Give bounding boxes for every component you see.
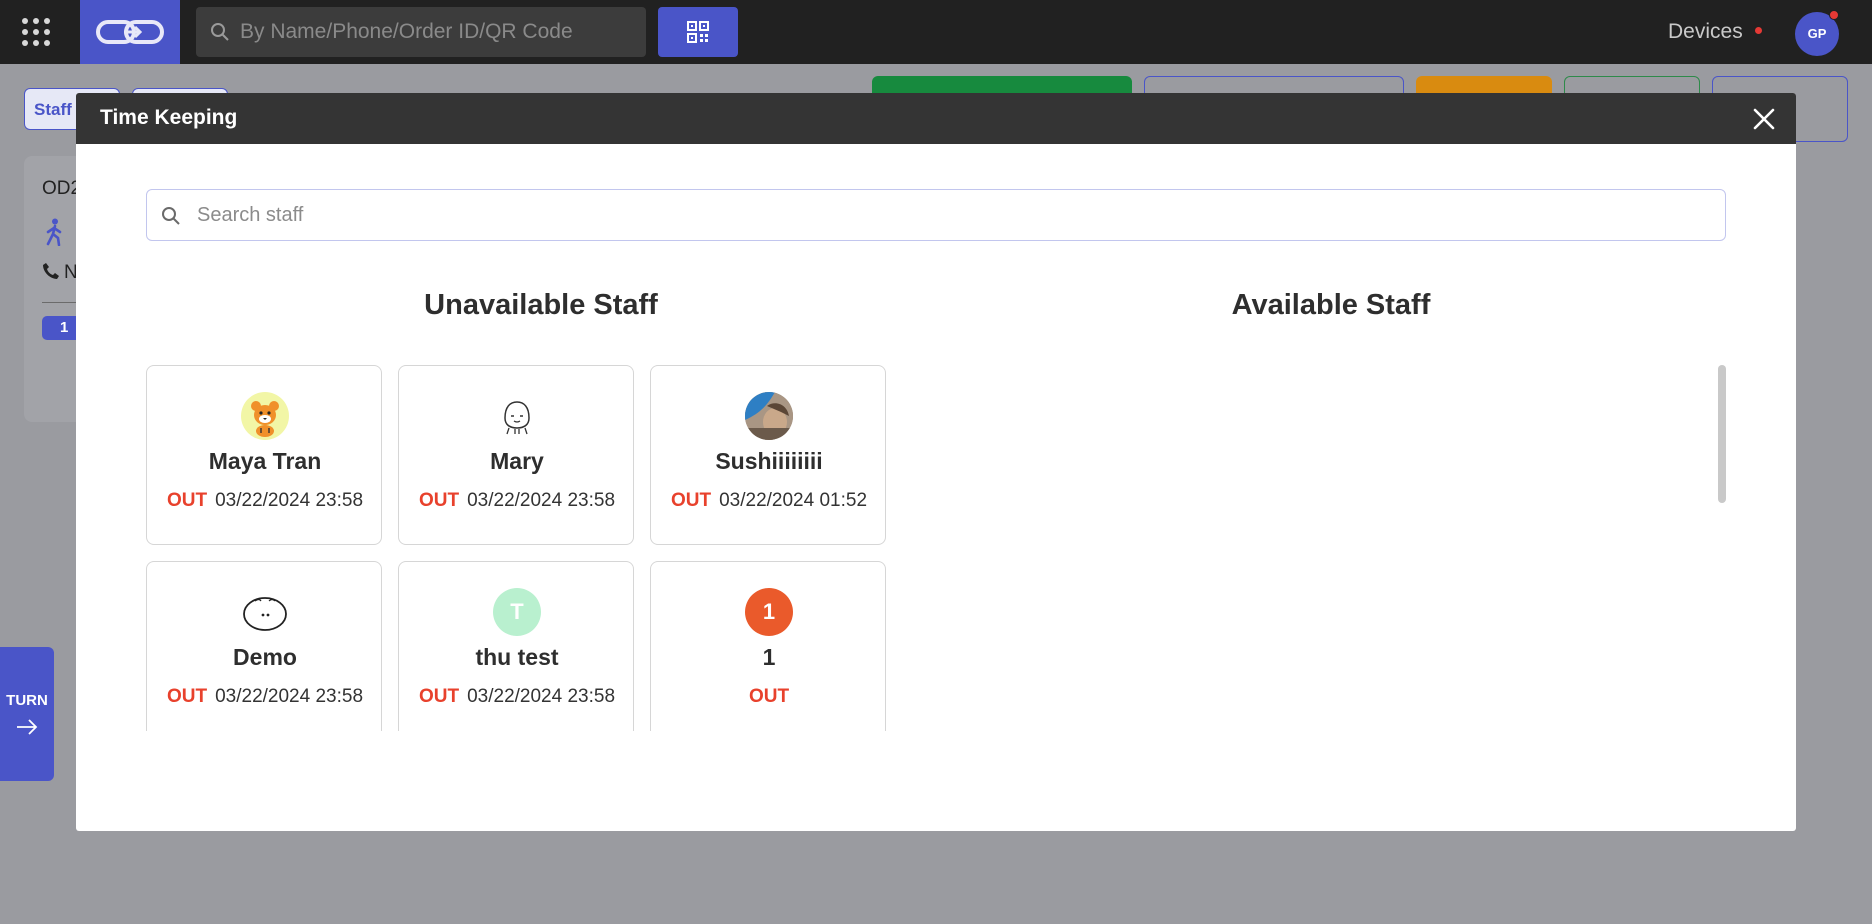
qr-code-icon	[687, 21, 709, 43]
unavailable-staff-list: Maya Tran OUT 03/22/2024 23:58 Mary OUT 03…	[146, 365, 896, 731]
staff-status: OUT	[418, 490, 460, 511]
notification-dot	[1829, 10, 1839, 20]
staff-status: OUT	[166, 490, 208, 511]
staff-card[interactable]: Mary OUT 03/22/2024 23:58	[398, 365, 634, 545]
available-staff-heading: Available Staff	[1231, 289, 1431, 321]
staff-status-row: OUT 03/22/2024 01:52	[651, 490, 887, 512]
staff-time: 03/22/2024 01:52	[719, 490, 868, 511]
staff-status: OUT	[748, 686, 790, 707]
qr-scan-button[interactable]	[658, 7, 738, 57]
scrollbar-thumb[interactable]	[1718, 365, 1726, 503]
walk-in-icon	[46, 218, 62, 246]
tiger-avatar-icon	[241, 392, 289, 440]
staff-name: thu test	[475, 644, 559, 670]
staff-status-row: OUT 03/22/2024 23:58	[399, 490, 635, 512]
devices-link[interactable]: Devices	[1668, 20, 1743, 44]
staff-card[interactable]: T thu test OUT 03/22/2024 23:58	[398, 561, 634, 731]
staff-status: OUT	[670, 490, 712, 511]
staff-status-row: OUT 03/22/2024 23:58	[399, 686, 635, 708]
phone-icon	[43, 263, 59, 279]
staff-time: 03/22/2024 23:58	[467, 490, 616, 511]
initial-avatar: 1	[745, 588, 793, 636]
service-count-badge: 1	[42, 316, 76, 340]
staff-status: OUT	[166, 686, 208, 707]
initial-avatar: T	[493, 588, 541, 636]
staff-time: 03/22/2024 23:58	[467, 686, 616, 707]
unavailable-staff-heading: Unavailable Staff	[424, 289, 658, 321]
devices-status-dot	[1755, 27, 1762, 34]
brand-logo[interactable]	[80, 0, 180, 64]
staff-name: Maya Tran	[208, 448, 322, 474]
staff-status: OUT	[418, 686, 460, 707]
link-logo-icon	[96, 20, 164, 44]
modal-header: Time Keeping	[76, 93, 1796, 144]
staff-time: 03/22/2024 23:58	[215, 490, 364, 511]
staff-card[interactable]: Maya Tran OUT 03/22/2024 23:58	[146, 365, 382, 545]
staff-status-row: OUT	[651, 686, 887, 708]
divider	[42, 302, 76, 303]
modal-title: Time Keeping	[100, 106, 238, 129]
staff-name: Sushiiiiiiii	[715, 448, 823, 474]
photo-avatar-icon	[745, 392, 793, 440]
global-search	[196, 7, 646, 57]
apps-grid-icon[interactable]	[22, 18, 58, 46]
staff-card[interactable]: 1 1 OUT	[650, 561, 886, 731]
staff-name: 1	[762, 644, 776, 670]
turn-tab[interactable]: TURN	[0, 647, 54, 781]
staff-name: Demo	[233, 644, 297, 670]
staff-status-row: OUT 03/22/2024 23:58	[147, 686, 383, 708]
time-keeping-modal: Time Keeping Unavailable Staff Available…	[76, 93, 1796, 831]
staff-card[interactable]: Sushiiiiiiii OUT 03/22/2024 01:52	[650, 365, 886, 545]
search-icon	[162, 207, 180, 225]
search-icon	[211, 23, 229, 41]
staff-name: Mary	[490, 448, 544, 474]
staff-status-row: OUT 03/22/2024 23:58	[147, 490, 383, 512]
staff-card[interactable]: Demo OUT 03/22/2024 23:58	[146, 561, 382, 731]
top-bar: Devices GP	[0, 0, 1872, 64]
staff-search	[146, 189, 1726, 241]
close-icon[interactable]	[1752, 107, 1776, 131]
staff-search-input[interactable]	[197, 190, 1697, 240]
blob-avatar-icon	[241, 588, 289, 636]
ghost-avatar-icon	[493, 392, 541, 440]
global-search-input[interactable]	[240, 7, 630, 57]
arrow-right-icon	[17, 719, 38, 735]
staff-time: 03/22/2024 23:58	[215, 686, 364, 707]
turn-label: TURN	[6, 692, 48, 709]
